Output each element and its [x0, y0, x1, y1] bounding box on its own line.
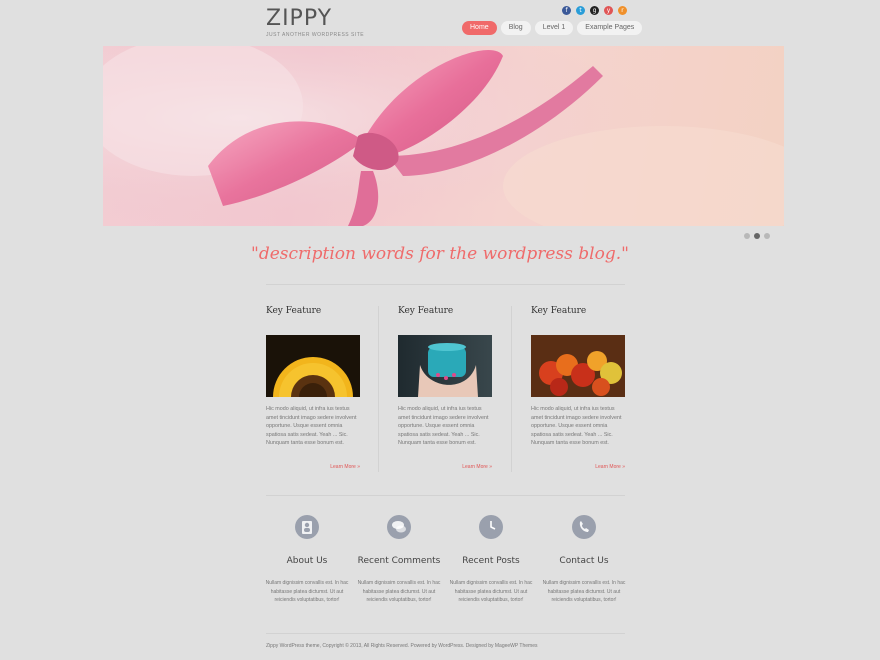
info-text: Nullam dignissim convallis est. In hac h… — [357, 580, 441, 603]
site-description: "description words for the wordpress blo… — [251, 244, 629, 264]
learn-more-link[interactable]: Learn More » — [462, 464, 492, 470]
nav-example-pages[interactable]: Example Pages — [577, 21, 643, 35]
github-icon[interactable]: g — [590, 6, 599, 15]
feature-card: Key Feature Hic modo aliquid, ut infra i… — [531, 306, 625, 470]
learn-more-link[interactable]: Learn More » — [330, 464, 360, 470]
info-title: Recent Comments — [357, 556, 441, 566]
facebook-icon[interactable]: f — [562, 6, 571, 15]
divider — [266, 284, 625, 285]
slider-dot-3[interactable] — [764, 233, 770, 239]
learn-more-link[interactable]: Learn More » — [595, 464, 625, 470]
hero-slider-image[interactable] — [103, 46, 784, 226]
rss-icon[interactable]: r — [618, 6, 627, 15]
info-block-comments: Recent Comments Nullam dignissim convall… — [354, 515, 444, 605]
feature-title[interactable]: Key Feature — [266, 306, 360, 316]
speech-bubbles-icon — [387, 515, 411, 539]
info-title: Contact Us — [559, 556, 609, 566]
social-links: f t g y r — [562, 6, 627, 15]
slider-dot-1[interactable] — [744, 233, 750, 239]
feature-title[interactable]: Key Feature — [398, 306, 492, 316]
site-tagline: JUST ANOTHER WORDPRESS SITE — [266, 32, 365, 38]
pink-ribbon-image — [103, 46, 784, 226]
info-title: Recent Posts — [462, 556, 520, 566]
footer-copyright: Zippy WordPress theme, Copyright © 2013,… — [266, 643, 538, 649]
info-block-posts: Recent Posts Nullam dignissim convallis … — [446, 515, 536, 605]
clock-icon — [479, 515, 503, 539]
feature-title[interactable]: Key Feature — [531, 306, 625, 316]
feature-text: Hic modo aliquid, ut infra ius textus am… — [531, 406, 622, 446]
nav-home[interactable]: Home — [462, 21, 497, 35]
autumn-leaves-image[interactable] — [531, 335, 625, 397]
column-divider — [378, 306, 379, 472]
youtube-icon[interactable]: y — [604, 6, 613, 15]
site-title[interactable]: ZIPPY — [266, 8, 364, 30]
twitter-icon[interactable]: t — [576, 6, 585, 15]
slider-dot-2[interactable] — [754, 233, 760, 239]
divider — [266, 633, 625, 634]
feature-text: Hic modo aliquid, ut infra ius textus am… — [266, 406, 357, 446]
feature-text: Hic modo aliquid, ut infra ius textus am… — [398, 406, 489, 446]
column-divider — [511, 306, 512, 472]
sunflower-image[interactable] — [266, 335, 360, 397]
nav-blog[interactable]: Blog — [500, 21, 531, 35]
site-logo[interactable]: ZIPPY JUST ANOTHER WORDPRESS SITE — [266, 8, 365, 39]
feature-card: Key Feature Hic modo aliquid, ut infra i… — [398, 306, 492, 470]
features-section: Key Feature Hic modo aliquid, ut infra i… — [266, 306, 625, 472]
coffee-cup-image[interactable] — [398, 335, 492, 397]
main-nav: Home Blog Level 1 Example Pages — [462, 21, 643, 35]
person-icon — [295, 515, 319, 539]
feature-card: Key Feature Hic modo aliquid, ut infra i… — [266, 306, 360, 470]
phone-icon — [572, 515, 596, 539]
nav-level-1[interactable]: Level 1 — [534, 21, 574, 35]
divider — [266, 495, 625, 496]
slider-pagination — [744, 233, 770, 239]
info-block-about: About Us Nullam dignissim convallis est.… — [262, 515, 352, 605]
info-text: Nullam dignissim convallis est. In hac h… — [449, 580, 533, 603]
info-text: Nullam dignissim convallis est. In hac h… — [265, 580, 349, 603]
info-block-contact: Contact Us Nullam dignissim convallis es… — [539, 515, 629, 605]
info-title: About Us — [286, 556, 328, 566]
info-text: Nullam dignissim convallis est. In hac h… — [542, 580, 626, 603]
